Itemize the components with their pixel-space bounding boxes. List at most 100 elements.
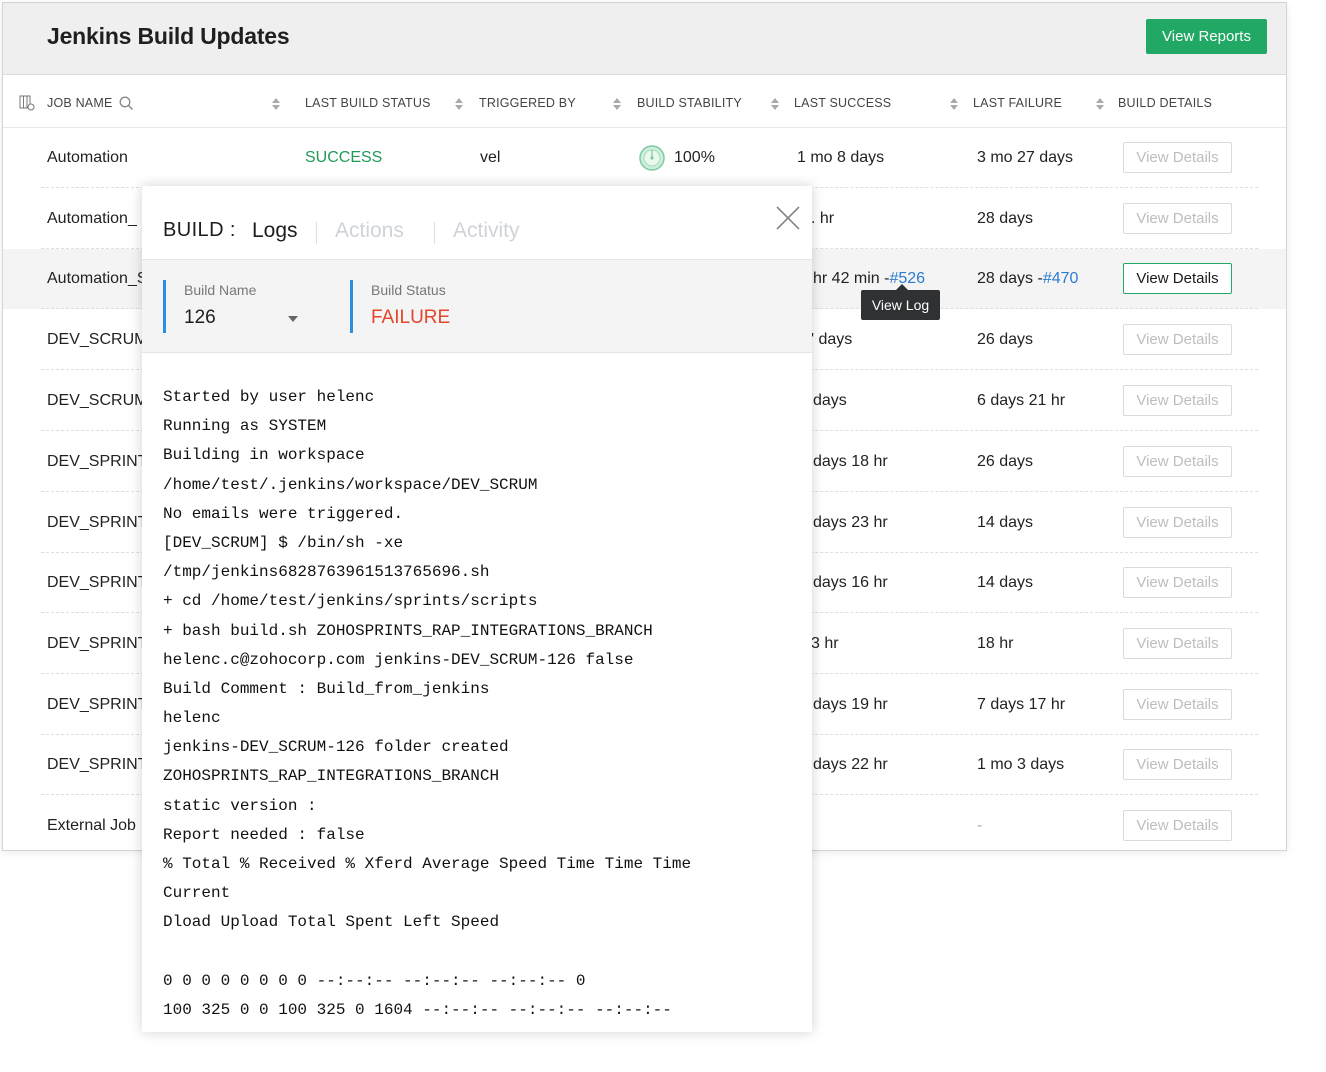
last-success: days 18 hr <box>813 453 888 470</box>
last-failure: 26 days <box>977 331 1034 348</box>
job-name[interactable]: DEV_SPRINT <box>47 574 147 592</box>
status-badge: SUCCESS <box>305 149 383 166</box>
view-details-button[interactable]: View Details <box>1123 628 1232 659</box>
search-icon[interactable] <box>119 96 134 111</box>
sort-icon[interactable] <box>454 97 464 111</box>
log-line: Dload Upload Total Spent Left Speed <box>163 913 500 932</box>
tab-logs[interactable]: Logs <box>252 219 298 243</box>
log-line: % Total % Received % Xferd Average Speed… <box>163 855 692 873</box>
view-reports-button[interactable]: View Reports <box>1146 19 1267 54</box>
view-details-button[interactable]: View Details <box>1123 385 1232 416</box>
last-failure: 28 days -#470 <box>977 270 1079 287</box>
view-details-button[interactable]: View Details <box>1123 142 1232 173</box>
job-name[interactable]: DEV_SPRINT <box>47 696 147 714</box>
last-failure: 14 days <box>977 514 1034 531</box>
stability-icon <box>639 145 665 171</box>
chevron-down-icon[interactable] <box>288 316 298 322</box>
last-failure: 26 days <box>977 453 1034 470</box>
job-name[interactable]: DEV_SPRINT <box>47 453 147 471</box>
failure-build-link[interactable]: #470 <box>1043 270 1079 287</box>
sort-icon[interactable] <box>949 97 959 111</box>
sort-icon[interactable] <box>271 97 281 111</box>
last-success: days 16 hr <box>813 574 888 591</box>
build-status-label: Build Status <box>371 282 446 298</box>
job-name[interactable]: DEV_SPRINT <box>47 635 147 653</box>
job-name[interactable]: DEV_SPRINT <box>47 514 147 532</box>
triggered-by: vel <box>480 149 501 166</box>
log-line: + bash build.sh ZOHOSPRINTS_RAP_INTEGRAT… <box>163 621 653 640</box>
last-failure: 6 days 21 hr <box>977 392 1066 409</box>
last-failure: 3 mo 27 days <box>977 149 1074 166</box>
view-details-button[interactable]: View Details <box>1123 203 1232 234</box>
last-success: ' days <box>811 331 853 348</box>
job-name[interactable]: Automation <box>47 149 128 167</box>
build-name-select[interactable]: 126 <box>184 307 216 329</box>
col-build-stability[interactable]: BUILD STABILITY <box>637 96 742 110</box>
job-name[interactable]: DEV_SCRUM <box>47 392 147 410</box>
log-line: [DEV_SCRUM] $ /bin/sh -xe <box>163 533 404 552</box>
sort-icon[interactable] <box>612 97 622 111</box>
log-line: Building in workspace <box>163 446 365 465</box>
table-row: Automation SUCCESS vel 100% 1 mo 8 days … <box>3 128 1286 188</box>
last-success: days 22 hr <box>813 756 888 773</box>
column-settings-icon[interactable] <box>19 95 35 111</box>
last-success: . hr <box>811 210 835 227</box>
col-job-name[interactable]: JOB NAME <box>47 96 113 110</box>
log-line: 0 0 0 0 0 0 0 0 --:--:-- --:--:-- --:--:… <box>163 971 586 990</box>
table-header: JOB NAME LAST BUILD STATUS TRIGGERED BY … <box>3 75 1286 128</box>
build-panel-header: BUILD : Logs Actions Activity <box>142 186 812 260</box>
col-last-failure[interactable]: LAST FAILURE <box>973 96 1062 110</box>
view-details-button[interactable]: View Details <box>1123 810 1232 841</box>
view-log-tooltip: View Log <box>861 284 940 320</box>
last-failure: 14 days <box>977 574 1034 591</box>
log-line: helenc.c@zohocorp.com jenkins-DEV_SCRUM-… <box>163 650 634 669</box>
view-details-button[interactable]: View Details <box>1123 263 1232 294</box>
page-title: Jenkins Build Updates <box>47 23 290 49</box>
log-line: /tmp/jenkins6828763961513765696.sh <box>163 563 490 582</box>
tab-divider <box>434 222 435 244</box>
tab-actions[interactable]: Actions <box>335 219 404 243</box>
build-panel: BUILD : Logs Actions Activity Build Name… <box>142 186 812 1032</box>
build-info: Build Name 126 Build Status FAILURE <box>142 260 812 353</box>
last-success: 1 mo 8 days <box>797 149 885 166</box>
log-line: static version : <box>163 796 317 815</box>
log-line: + cd /home/test/jenkins/sprints/scripts <box>163 592 538 611</box>
sort-icon[interactable] <box>770 97 780 111</box>
view-details-button[interactable]: View Details <box>1123 567 1232 598</box>
last-success: days 23 hr <box>813 514 888 531</box>
build-stability: 100% <box>674 149 715 166</box>
tab-divider <box>316 222 317 244</box>
col-last-success[interactable]: LAST SUCCESS <box>794 96 891 110</box>
last-failure: 7 days 17 hr <box>977 696 1066 713</box>
col-last-build-status[interactable]: LAST BUILD STATUS <box>305 96 431 110</box>
build-panel-title: BUILD : <box>163 219 236 241</box>
status-accent-bar <box>163 280 166 333</box>
job-name[interactable]: Automation_ <box>47 210 137 228</box>
log-line: Started by user helenc <box>163 388 375 406</box>
close-icon[interactable] <box>775 205 801 231</box>
log-line: Running as SYSTEM <box>163 417 327 436</box>
view-details-button[interactable]: View Details <box>1123 324 1232 355</box>
log-line: 100 325 0 0 100 325 0 1604 --:--:-- --:-… <box>163 1000 672 1019</box>
log-line: helenc <box>163 709 221 728</box>
job-name[interactable]: Automation_S <box>47 270 148 288</box>
log-line: No emails were triggered. <box>163 504 404 523</box>
sort-icon[interactable] <box>1095 97 1105 111</box>
tab-activity[interactable]: Activity <box>453 219 520 243</box>
col-triggered-by[interactable]: TRIGGERED BY <box>479 96 576 110</box>
log-line: ZOHOSPRINTS_RAP_INTEGRATIONS_BRANCH <box>163 767 500 786</box>
view-details-button[interactable]: View Details <box>1123 507 1232 538</box>
job-name[interactable]: DEV_SCRUM <box>47 331 147 349</box>
view-details-button[interactable]: View Details <box>1123 749 1232 780</box>
last-failure: - <box>977 817 983 834</box>
last-failure: 1 mo 3 days <box>977 756 1065 773</box>
log-line: /home/test/.jenkins/workspace/DEV_SCRUM <box>163 475 538 494</box>
job-name[interactable]: External Job <box>47 817 136 835</box>
last-success: days 19 hr <box>813 696 888 713</box>
col-build-details[interactable]: BUILD DETAILS <box>1118 96 1212 110</box>
view-details-button[interactable]: View Details <box>1123 446 1232 477</box>
view-details-button[interactable]: View Details <box>1123 689 1232 720</box>
last-success: hr 42 min -#526 <box>813 270 926 287</box>
status-accent-bar <box>350 280 353 333</box>
job-name[interactable]: DEV_SPRINT <box>47 756 147 774</box>
